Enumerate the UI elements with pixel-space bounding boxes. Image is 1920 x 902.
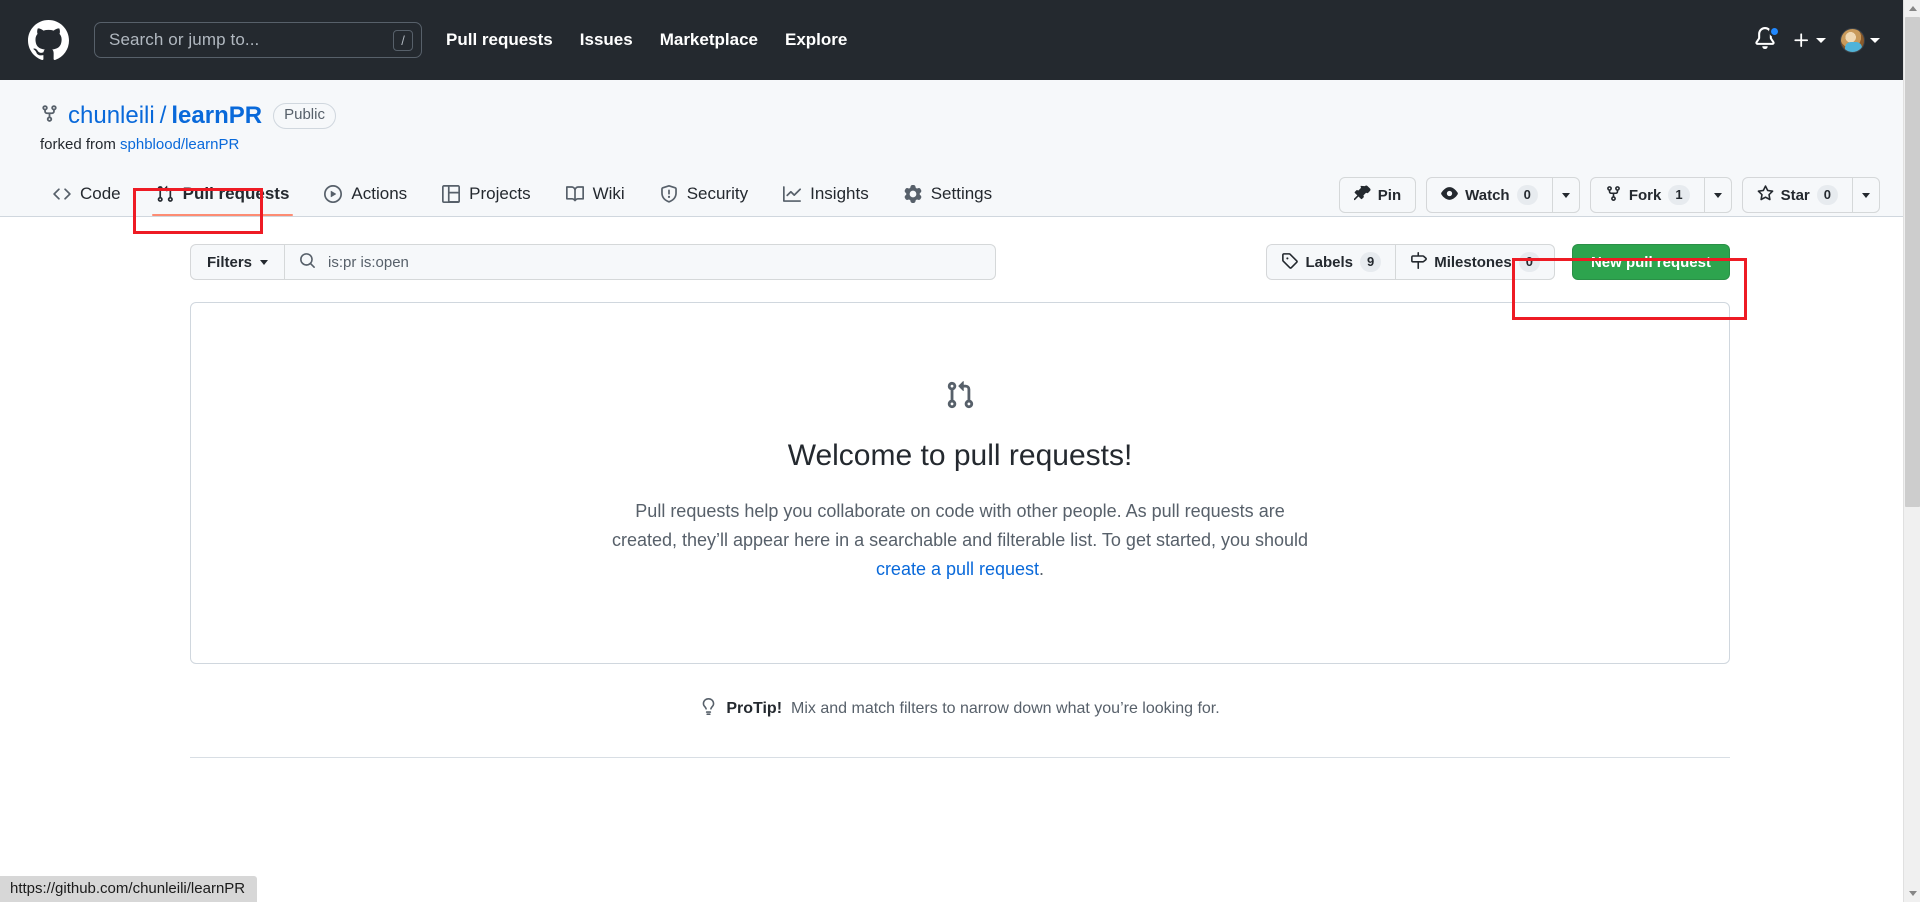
notification-unread-dot (1769, 26, 1780, 37)
tab-code[interactable]: Code (40, 176, 134, 216)
tab-security-label: Security (686, 184, 749, 203)
filters-label: Filters (207, 253, 253, 271)
repository-header: chunleili / learnPR Public forked from s… (0, 80, 1920, 217)
tab-actions-label: Actions (351, 184, 408, 203)
tab-projects[interactable]: Projects (429, 176, 543, 216)
repo-forked-icon (40, 104, 59, 128)
global-header: Search or jump to... / Pull requests Iss… (0, 0, 1920, 80)
labels-milestones-group: Labels 9 Milestones 0 (1266, 244, 1555, 280)
footer-divider (190, 757, 1730, 759)
filter-right-actions: Labels 9 Milestones 0 New pull request (1266, 244, 1730, 280)
github-logo-icon[interactable] (28, 19, 69, 61)
pr-search-input[interactable]: is:pr is:open (328, 254, 409, 271)
create-new-menu[interactable] (1792, 31, 1826, 50)
repo-path-separator: / (159, 102, 167, 129)
milestones-label: Milestones (1434, 253, 1512, 271)
tab-insights-label: Insights (810, 184, 869, 203)
forked-from-label: forked from (40, 136, 116, 153)
user-menu[interactable] (1840, 27, 1880, 53)
nav-item-pull-requests[interactable]: Pull requests (446, 30, 553, 50)
content-container: Filters is:pr is:open Labels 9 Milestone… (190, 244, 1747, 720)
pr-search-field[interactable]: is:pr is:open (284, 244, 997, 280)
nav-item-explore[interactable]: Explore (785, 30, 847, 50)
new-pull-request-button[interactable]: New pull request (1571, 244, 1730, 280)
tab-code-label: Code (80, 184, 121, 203)
nav-item-issues[interactable]: Issues (580, 30, 633, 50)
status-bar-url: https://github.com/chunleili/learnPR (0, 876, 258, 902)
scrollbar-thumb[interactable] (1905, 17, 1920, 507)
tab-wiki-label: Wiki (592, 184, 625, 203)
labels-label: Labels (1305, 253, 1353, 271)
tab-settings-label: Settings (930, 184, 993, 203)
empty-state-title: Welcome to pull requests! (787, 439, 1133, 472)
milestones-count: 0 (1518, 252, 1540, 272)
nav-item-marketplace[interactable]: Marketplace (660, 30, 758, 50)
tab-pull-requests[interactable]: Pull requests (143, 176, 303, 216)
global-search-box[interactable]: Search or jump to... / (94, 22, 422, 58)
tab-security[interactable]: Security (647, 176, 761, 216)
git-pull-request-icon (211, 380, 1709, 415)
create-pull-request-link[interactable]: create a pull request (876, 559, 1039, 579)
empty-state-body-part1: Pull requests help you collaborate on co… (611, 501, 1309, 550)
book-icon (565, 185, 584, 203)
scroll-up-button[interactable] (1904, 0, 1920, 17)
repo-owner-link[interactable]: chunleili (68, 102, 155, 130)
empty-state-body: Pull requests help you collaborate on co… (610, 497, 1310, 583)
global-nav: Pull requests Issues Marketplace Explore (446, 30, 874, 50)
plus-icon (1794, 32, 1809, 47)
pr-empty-state: Welcome to pull requests! Pull requests … (190, 302, 1730, 665)
tab-settings[interactable]: Settings (891, 176, 1005, 216)
repository-title: chunleili / learnPR Public (40, 80, 1880, 130)
chevron-up-icon (1908, 6, 1917, 11)
empty-state-body-part2: . (1039, 558, 1045, 579)
labels-button[interactable]: Labels 9 (1266, 244, 1396, 280)
play-icon (324, 185, 343, 203)
chevron-down-icon (1816, 37, 1826, 43)
gear-icon (904, 185, 922, 203)
graph-icon (783, 185, 802, 203)
search-icon (299, 252, 316, 273)
repo-name-link[interactable]: learnPR (171, 102, 262, 130)
code-icon (53, 185, 71, 203)
chevron-down-icon (1908, 891, 1917, 896)
page-scrollbar[interactable] (1903, 0, 1920, 902)
avatar (1840, 27, 1865, 53)
protip-line: ProTip! Mix and match filters to narrow … (190, 698, 1730, 720)
tab-wiki[interactable]: Wiki (553, 176, 638, 216)
protip-label: ProTip! (726, 700, 783, 718)
forked-from-line: forked from sphblood/learnPR (40, 136, 1880, 153)
filter-search-group: Filters is:pr is:open (190, 244, 997, 280)
tab-actions[interactable]: Actions (311, 176, 420, 216)
lightbulb-icon (700, 698, 717, 720)
tag-icon (1281, 252, 1299, 273)
filters-dropdown-button[interactable]: Filters (190, 244, 285, 280)
chevron-down-icon (260, 259, 269, 265)
search-input[interactable]: Search or jump to... (109, 30, 393, 50)
bell-icon[interactable] (1754, 26, 1780, 53)
repository-tabs: Code Pull requests Actions Projects Wiki (40, 176, 1880, 216)
header-right-controls (1754, 26, 1880, 53)
labels-count: 9 (1359, 252, 1382, 272)
milestone-icon (1410, 251, 1428, 273)
forked-from-repo-link[interactable]: sphblood/learnPR (120, 136, 239, 153)
protip-text: Mix and match filters to narrow down wha… (791, 700, 1220, 718)
tab-projects-label: Projects (469, 184, 531, 203)
shield-icon (660, 185, 678, 203)
pr-filter-bar: Filters is:pr is:open Labels 9 Milestone… (190, 244, 1730, 280)
tab-insights[interactable]: Insights (770, 176, 882, 216)
chevron-down-icon (1870, 37, 1880, 43)
git-pull-request-icon (156, 185, 174, 203)
scroll-down-button[interactable] (1904, 885, 1920, 902)
milestones-button[interactable]: Milestones 0 (1395, 244, 1555, 280)
table-icon (442, 185, 461, 203)
repo-visibility-badge: Public (273, 103, 336, 129)
search-shortcut-key: / (393, 29, 413, 51)
main-content: Filters is:pr is:open Labels 9 Milestone… (0, 217, 1920, 759)
tab-pull-requests-label: Pull requests (182, 184, 290, 203)
